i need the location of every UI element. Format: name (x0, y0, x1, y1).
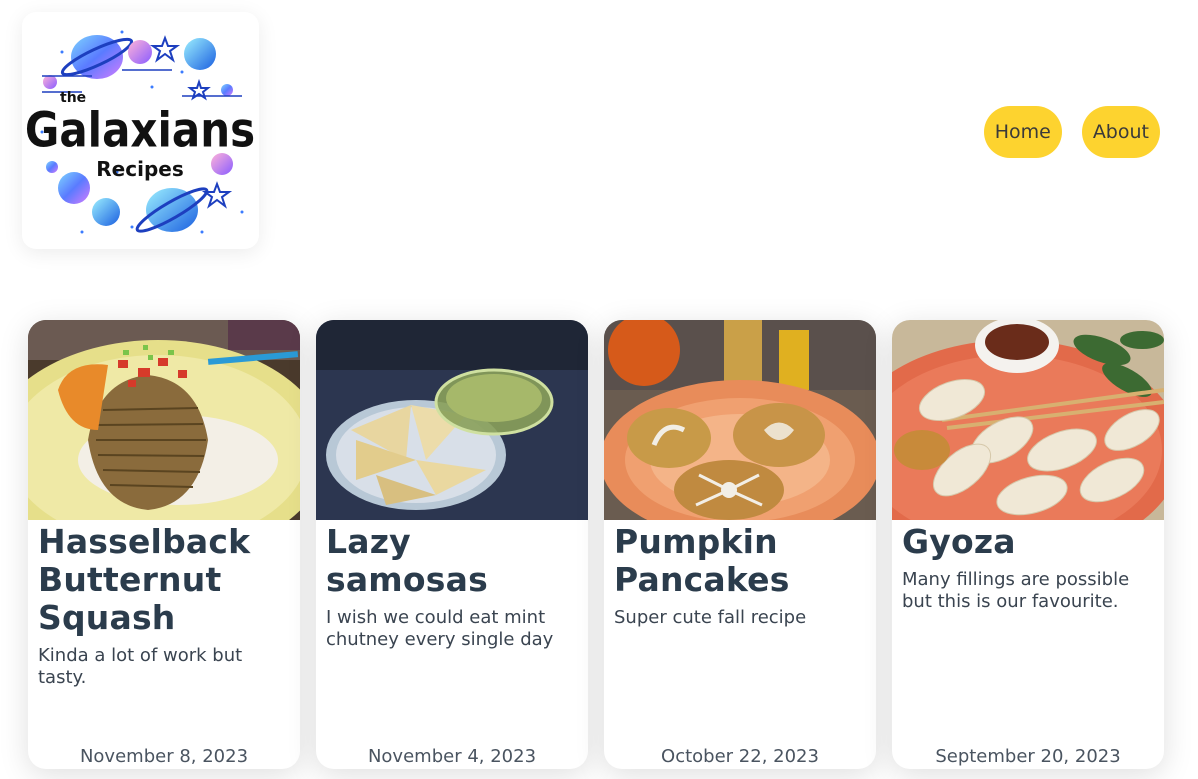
svg-text:Galaxians: Galaxians (25, 102, 255, 159)
recipe-description: Kinda a lot of work but tasty. (38, 645, 243, 688)
pumpkin-pancakes-photo-icon (604, 320, 876, 520)
recipe-description: Super cute fall recipe (614, 607, 807, 628)
gyoza-photo-icon (892, 320, 1164, 520)
recipe-card-list: Hasselback Butternut Squash Kinda a lot … (28, 320, 1164, 769)
recipe-card-hasselback[interactable]: Hasselback Butternut Squash Kinda a lot … (28, 320, 300, 769)
recipe-date: October 22, 2023 (661, 746, 819, 767)
svg-text:Recipes: Recipes (96, 157, 183, 181)
recipe-card-lazy-samosas[interactable]: Lazy samosas I wish we could eat mint ch… (316, 320, 588, 769)
recipe-description: I wish we could eat mint chutney every s… (326, 607, 554, 650)
recipe-card-pumpkin-pancakes[interactable]: Pumpkin Pancakes Super cute fall recipe … (604, 320, 876, 769)
recipe-date: November 8, 2023 (79, 746, 249, 767)
hasselback-squash-photo-icon (28, 320, 300, 520)
recipe-title: Pumpkin Pancakes (614, 522, 790, 599)
samosas-photo-icon (316, 320, 588, 520)
recipe-title: Hasselback Butternut Squash (38, 522, 251, 637)
recipe-description: Many fillings are possible but this is o… (902, 569, 1130, 612)
nav-about-button[interactable]: About (1081, 106, 1160, 158)
site-logo[interactable]: the Galaxians Recipes (22, 12, 259, 249)
recipe-date: September 20, 2023 (935, 746, 1121, 767)
recipe-card-gyoza[interactable]: Gyoza Many fillings are possible but thi… (892, 320, 1164, 769)
nav-home-button[interactable]: Home (983, 106, 1062, 158)
recipe-title: Lazy samosas (326, 522, 488, 599)
main-nav: Home About (983, 106, 1160, 158)
recipe-date: November 4, 2023 (367, 746, 537, 767)
recipe-title: Gyoza (902, 522, 1016, 561)
galaxians-logo-icon: the Galaxians Recipes (25, 30, 255, 234)
